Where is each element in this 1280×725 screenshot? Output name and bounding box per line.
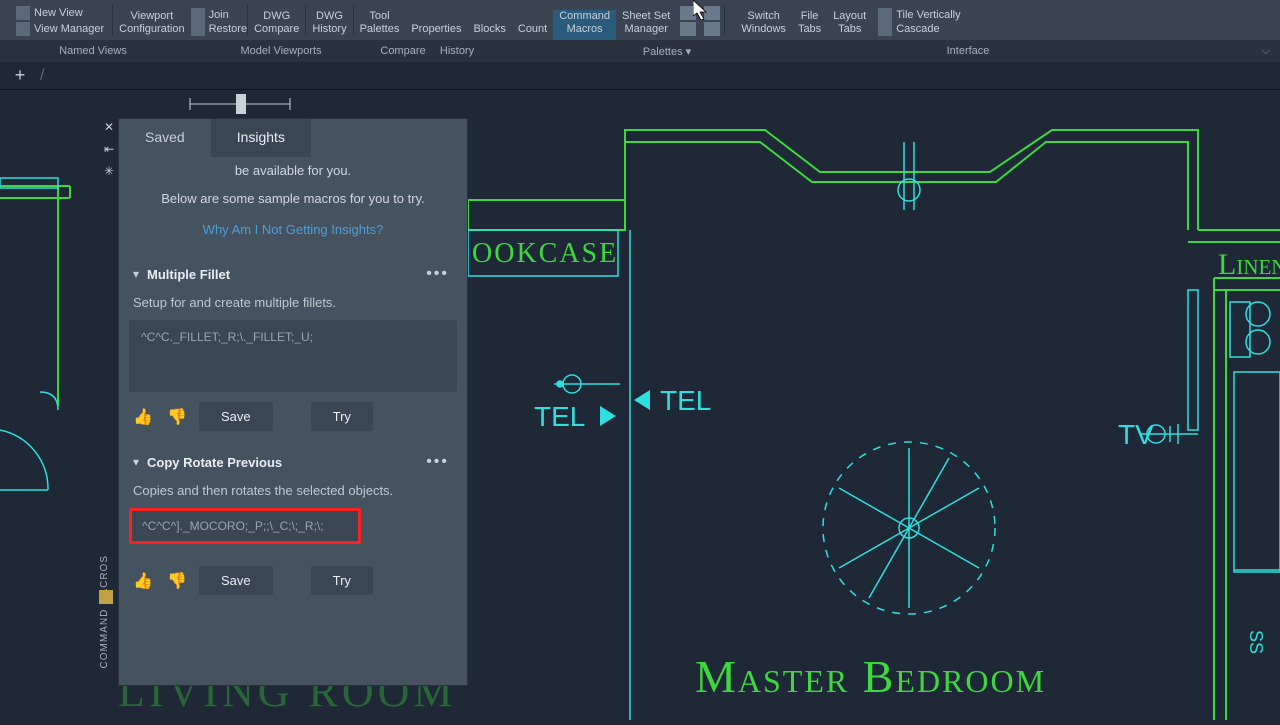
- macro-title: Multiple Fillet: [147, 267, 422, 282]
- macro-code-input-highlighted[interactable]: ^C^C^]._MOCORO;_P;;\_C;\;_R;\;: [129, 508, 361, 544]
- panel-palettes[interactable]: Palettes ▾: [484, 45, 850, 58]
- thumbs-up-icon[interactable]: 👍: [131, 405, 155, 429]
- view-manager-icon: [16, 22, 30, 36]
- new-view-button[interactable]: New View: [16, 6, 104, 20]
- horizontal-ruler: [190, 94, 290, 114]
- macro-desc: Copies and then rotates the selected obj…: [129, 477, 457, 508]
- panel-history: History: [430, 45, 484, 58]
- palette-small-icons-2: [700, 6, 724, 40]
- master-bedroom-label: Master Bedroom: [695, 651, 1046, 702]
- join-button[interactable]: Join: [191, 8, 248, 22]
- panel-controls-strip: ✕ ⇤ ✳: [100, 120, 118, 178]
- linen-label: Linen: [1218, 248, 1280, 281]
- try-button[interactable]: Try: [311, 566, 373, 595]
- dwg-history-button[interactable]: DWG History: [306, 10, 352, 40]
- macro-menu-icon[interactable]: •••: [422, 265, 453, 283]
- macro-code-input[interactable]: ^C^C._FILLET;_R;\._FILLET;_U;: [129, 320, 457, 392]
- save-button[interactable]: Save: [199, 402, 273, 431]
- palette-small-icons: [676, 6, 700, 40]
- macro-card-copy-rotate: ▾ Copy Rotate Previous ••• Copies and th…: [129, 447, 457, 605]
- panel-vertical-title: COMMAND MACROS: [99, 555, 110, 668]
- palette-icon-2[interactable]: [680, 22, 696, 36]
- thumbs-down-icon[interactable]: 👎: [165, 569, 189, 593]
- svg-text:TEL: TEL: [534, 401, 585, 432]
- panel-expand-icon[interactable]: ⌵: [1086, 45, 1280, 58]
- chevron-down-icon[interactable]: ▾: [133, 455, 139, 469]
- document-tab-row: + /: [0, 62, 1280, 90]
- tab-separator: /: [40, 67, 44, 85]
- panel-close-icon[interactable]: ✕: [104, 120, 114, 134]
- panel-options-icon[interactable]: ✳: [104, 164, 114, 178]
- tel-right-label: TEL: [634, 385, 711, 416]
- file-tabs-button[interactable]: File Tabs: [792, 10, 827, 40]
- switch-windows-button[interactable]: Switch Windows: [735, 10, 792, 40]
- count-button[interactable]: Count: [512, 23, 553, 40]
- ribbon-panel-bar: Named Views Model Viewports Compare Hist…: [0, 40, 1280, 62]
- restore-button[interactable]: Restore: [191, 22, 248, 36]
- tool-palettes-button[interactable]: Tool Palettes: [354, 10, 406, 40]
- panel-compare: Compare: [376, 45, 430, 58]
- tel-left-label: TEL: [534, 401, 616, 432]
- panel-model-viewports: Model Viewports: [186, 45, 376, 58]
- sheet-set-manager-button[interactable]: Sheet Set Manager: [616, 10, 676, 40]
- tab-saved[interactable]: Saved: [119, 119, 211, 157]
- tab-insights[interactable]: Insights: [211, 119, 311, 157]
- tile-vertically-button[interactable]: Tile Vertically: [878, 8, 960, 22]
- join-icon: [191, 8, 205, 22]
- cascade-icon: [878, 22, 892, 36]
- panel-tabs: Saved Insights: [119, 119, 467, 157]
- tile-vertically-icon: [878, 8, 892, 22]
- layout-tabs-button[interactable]: Layout Tabs: [827, 10, 872, 40]
- new-tab-button[interactable]: +: [8, 66, 32, 86]
- panel-named-views: Named Views: [0, 45, 186, 58]
- command-macros-button[interactable]: Command Macros: [553, 10, 616, 40]
- cascade-button[interactable]: Cascade: [878, 22, 960, 36]
- properties-button[interactable]: Properties: [405, 23, 467, 40]
- macro-card-multiple-fillet: ▾ Multiple Fillet ••• Setup for and crea…: [129, 259, 457, 441]
- info-text-sample: Below are some sample macros for you to …: [119, 185, 467, 213]
- new-view-icon: [16, 6, 30, 20]
- insights-help-link[interactable]: Why Am I Not Getting Insights?: [119, 212, 467, 253]
- panel-pin-icon[interactable]: ⇤: [104, 142, 114, 156]
- macro-title: Copy Rotate Previous: [147, 455, 422, 470]
- ribbon-side-views: New View View Manager: [4, 4, 112, 40]
- command-macros-panel: Saved Insights be available for you. Bel…: [118, 118, 468, 686]
- view-manager-button[interactable]: View Manager: [16, 22, 104, 36]
- macro-desc: Setup for and create multiple fillets.: [129, 289, 457, 320]
- tv-label: TV: [1118, 419, 1154, 450]
- panel-body: be available for you. Below are some sam…: [119, 157, 467, 685]
- bookcase-label: OOKCASE: [472, 238, 618, 269]
- dwg-compare-button[interactable]: DWG Compare: [248, 10, 305, 40]
- save-button[interactable]: Save: [199, 566, 273, 595]
- try-button[interactable]: Try: [311, 402, 373, 431]
- restore-icon: [191, 22, 205, 36]
- ss-label: SS: [1246, 630, 1266, 654]
- blocks-button[interactable]: Blocks: [467, 23, 511, 40]
- panel-icon-bottom[interactable]: [99, 590, 113, 604]
- info-text-partial: be available for you.: [119, 157, 467, 185]
- viewport-config-button[interactable]: Viewport Configuration: [113, 10, 190, 40]
- palette-icon-1[interactable]: [680, 6, 696, 20]
- palette-icon-3[interactable]: [704, 6, 720, 20]
- chevron-down-icon[interactable]: ▾: [133, 267, 139, 281]
- ribbon: New View View Manager Viewport Configura…: [0, 0, 1280, 40]
- panel-interface: Interface: [850, 45, 1086, 58]
- thumbs-up-icon[interactable]: 👍: [131, 569, 155, 593]
- macro-menu-icon[interactable]: •••: [422, 453, 453, 471]
- svg-text:TEL: TEL: [660, 385, 711, 416]
- palette-icon-4[interactable]: [704, 22, 720, 36]
- thumbs-down-icon[interactable]: 👎: [165, 405, 189, 429]
